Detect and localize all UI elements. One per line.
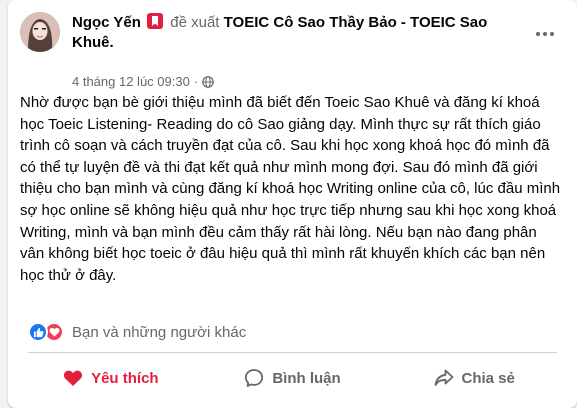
globe-icon[interactable]: [202, 75, 214, 88]
comment-label: Bình luận: [272, 369, 341, 387]
share-label: Chia sẻ: [461, 369, 515, 387]
comment-icon: [245, 369, 264, 387]
like-label: Yêu thích: [91, 369, 159, 387]
post-timestamp[interactable]: 4 tháng 12 lúc 09:30: [72, 74, 190, 89]
recommend-verb: đề xuất: [170, 14, 220, 31]
like-button[interactable]: Yêu thích: [20, 358, 202, 398]
post-header: Ngọc Yến đề xuất TOEIC Cô Sao Thầy Bảo -…: [20, 12, 565, 89]
actions-divider: [28, 352, 557, 353]
author-avatar[interactable]: [20, 12, 60, 52]
comment-button[interactable]: Bình luận: [202, 358, 384, 398]
author-name[interactable]: Ngọc Yến: [72, 14, 141, 31]
post-header-text: Ngọc Yến đề xuất TOEIC Cô Sao Thầy Bảo -…: [72, 13, 513, 53]
post-actions: Yêu thích Bình luận Chia sẻ: [20, 358, 565, 398]
reactions-text[interactable]: Bạn và những người khác: [72, 324, 246, 341]
share-button[interactable]: Chia sẻ: [383, 358, 565, 398]
post-card: Ngọc Yến đề xuất TOEIC Cô Sao Thầy Bảo -…: [8, 0, 577, 408]
share-icon: [434, 369, 453, 386]
heart-icon: [64, 370, 83, 386]
post-meta: 4 tháng 12 lúc 09:30 ·: [72, 74, 214, 89]
more-options-button[interactable]: [527, 16, 563, 52]
like-icon: [28, 322, 48, 342]
meta-separator: ·: [193, 74, 199, 89]
more-dots-icon: [536, 32, 554, 36]
reactions-summary[interactable]: Bạn và những người khác: [28, 320, 246, 344]
recommend-badge-icon: [147, 13, 164, 29]
page-name-suffix: .: [109, 34, 114, 51]
post-body: Nhờ được bạn bè giới thiệu mình đã biết …: [20, 94, 561, 284]
avatar-photo-icon: [20, 12, 60, 52]
